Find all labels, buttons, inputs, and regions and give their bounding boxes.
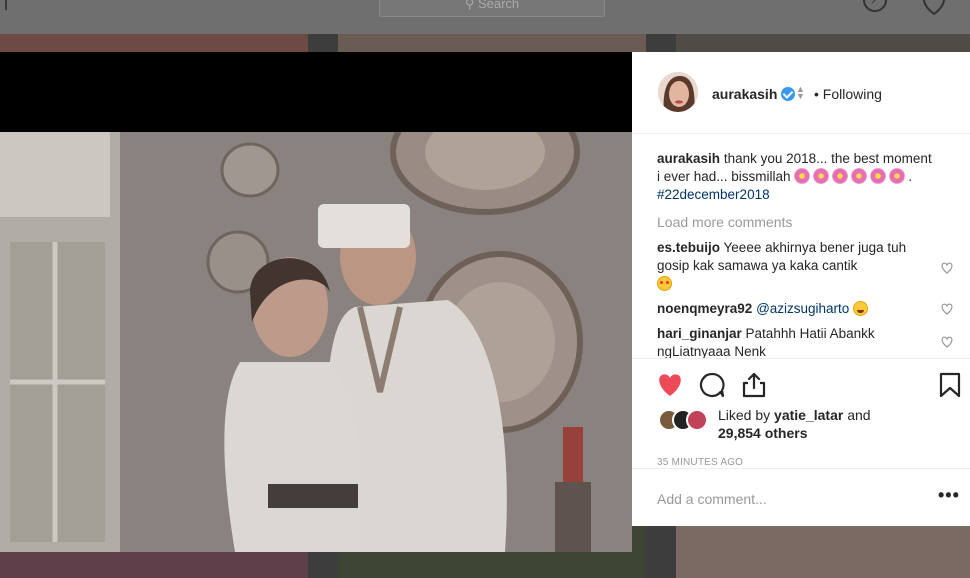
comment-item: hari_ginanjar Patahhh Hatii Abankk ngLia… [657,325,932,358]
comment-item: es.tebuijo Yeeee akhirnya bener juga tuh… [657,239,932,293]
like-heart-icon[interactable] [656,371,684,399]
post-sidebar: aurakasih ▲ ▼ • Following aurakasih thank… [632,52,970,526]
add-comment-bar: ••• [632,468,970,526]
flower-emoji-icon [813,168,830,184]
heart-eyes-emoji-icon [657,276,672,291]
bookmark-icon[interactable] [936,371,964,399]
post-username[interactable]: aurakasih [712,86,777,102]
caption-hashtag[interactable]: #22december2018 [657,187,770,202]
caption-username[interactable]: aurakasih [657,151,720,166]
heart-icon[interactable] [920,0,948,16]
comments-section: aurakasih thank you 2018... the best mom… [657,150,953,358]
post-media[interactable] [0,52,632,552]
post-photo [0,132,632,552]
comment-like-icon[interactable] [941,303,953,315]
more-options-icon[interactable]: ••• [938,485,960,506]
following-button[interactable]: • Following [814,86,882,102]
avatar [686,409,708,431]
likes-and: and [847,407,871,423]
comment-like-icon[interactable] [941,336,953,348]
laughing-emoji-icon [853,301,869,316]
likes-others-link[interactable]: 29,854 others [718,425,808,441]
search-placeholder: Search [477,0,520,11]
likes-prefix: Liked by [718,407,771,423]
compass-icon[interactable] [862,0,888,14]
add-comment-input[interactable] [657,491,907,507]
instagram-logo-icon[interactable] [0,0,7,10]
comment-username[interactable]: hari_ginanjar [657,326,742,341]
share-icon[interactable] [740,371,768,399]
load-more-comments-button[interactable]: Load more comments [657,213,792,231]
post-header: aurakasih ▲ ▼ • Following [632,52,970,134]
flower-emoji-icon [889,168,906,184]
flower-emoji-icon [870,168,887,184]
sort-arrows-icon: ▲ ▼ [796,84,805,101]
comment-item: noenqmeyra92 @azizsugiharto [657,300,932,318]
likes-summary: Liked by yatie_latar and 29,854 others [718,406,871,442]
comment-like-icon[interactable] [941,262,953,274]
flower-emoji-icon [851,168,868,184]
comment-icon[interactable] [698,371,726,399]
caption: aurakasih thank you 2018... the best mom… [657,151,932,202]
liker-avatars[interactable] [658,409,714,433]
comment-username[interactable]: es.tebuijo [657,240,720,255]
liker-username[interactable]: yatie_latar [774,407,843,423]
flower-emoji-icon [832,168,849,184]
flower-emoji-icon [794,168,811,184]
verified-badge-icon [781,87,795,101]
comment-username[interactable]: noenqmeyra92 [657,301,752,316]
post-actions: Liked by yatie_latar and 29,854 others 3… [632,358,970,468]
search-box[interactable]: ⚲ Search [379,0,605,17]
comment-mention[interactable]: @azizsugiharto [756,301,849,316]
grid-post-thumbnail[interactable] [676,526,970,578]
background-topbar: ⚲ Search [0,0,970,34]
avatar[interactable] [658,72,698,112]
search-icon: ⚲ [464,0,475,11]
post-timestamp[interactable]: 35 MINUTES AGO [657,457,743,468]
